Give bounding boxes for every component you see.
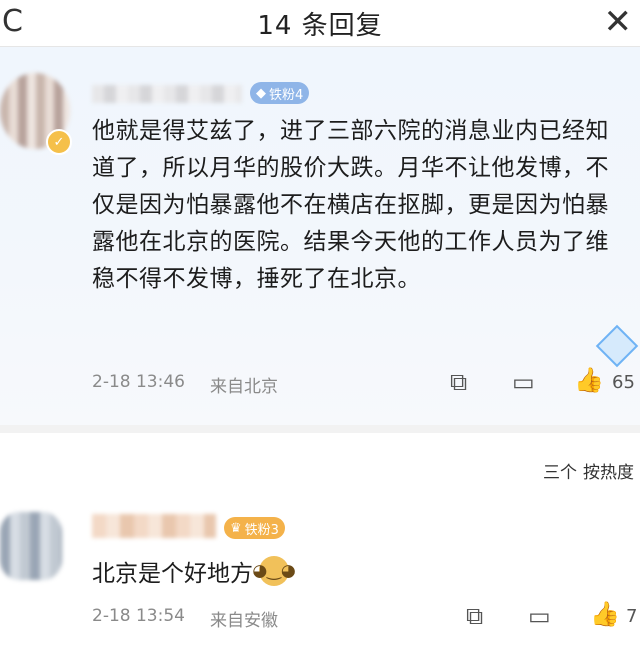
reply-text-content: 北京是个好地方 xyxy=(92,561,253,587)
comment-location: 来自北京 xyxy=(210,377,278,397)
page-title: 14 条回复 xyxy=(257,10,383,41)
crown-icon: ♛ xyxy=(230,520,242,536)
reply-text: 北京是个好地方 ◕‿◕ xyxy=(92,554,296,588)
reply-like-count: 7 xyxy=(626,606,638,627)
reply-fan-level-badge[interactable]: ♛ 铁粉3 xyxy=(224,517,285,539)
comment-text: 他就是得艾兹了，进了三部六院的消息业内已经知道了，所以月华的股价大跌。月华不让他… xyxy=(92,118,609,292)
dog-emoji-icon: ◕‿◕ xyxy=(252,556,296,586)
fan-level-badge[interactable]: ◆ 铁粉4 xyxy=(250,82,310,104)
sort-icon: 三个 xyxy=(543,463,577,483)
reply-avatar[interactable] xyxy=(0,512,62,580)
main-comment: ✓ ◆ 铁粉4 他就是得艾兹了，进了三部六院的消息业内已经知道了，所以月华的股价… xyxy=(0,47,640,425)
fan-badge-label: 铁粉4 xyxy=(269,87,304,103)
share-icon[interactable]: ⧉ xyxy=(450,368,467,396)
reply-thumbs-up-icon[interactable]: 👍 xyxy=(590,600,620,628)
thumbs-up-icon[interactable]: 👍 xyxy=(574,366,604,394)
header-bar: C 14 条回复 ✕ xyxy=(0,0,640,47)
comment-icon[interactable]: ▭ xyxy=(512,368,535,396)
section-divider xyxy=(0,425,640,433)
reply-location: 来自安徽 xyxy=(210,611,278,631)
decorative-diamond-icon xyxy=(595,324,639,368)
reply-time: 2-18 13:54 xyxy=(92,606,185,626)
username-blurred[interactable] xyxy=(92,85,242,103)
reply-username-blurred[interactable] xyxy=(92,514,216,538)
reply-share-icon[interactable]: ⧉ xyxy=(466,602,483,630)
reply-fan-badge-label: 铁粉3 xyxy=(244,522,279,538)
sort-label: 按热度 xyxy=(583,463,634,483)
refresh-icon[interactable]: C xyxy=(2,4,30,39)
close-icon[interactable]: ✕ xyxy=(604,2,633,42)
reply-comment-icon[interactable]: ▭ xyxy=(528,602,551,630)
verified-badge-icon: ✓ xyxy=(46,129,72,155)
diamond-icon: ◆ xyxy=(256,85,266,101)
like-count: 65 xyxy=(612,372,635,393)
comment-time: 2-18 13:46 xyxy=(92,372,185,392)
sort-button[interactable]: 三个 按热度 xyxy=(543,458,634,483)
